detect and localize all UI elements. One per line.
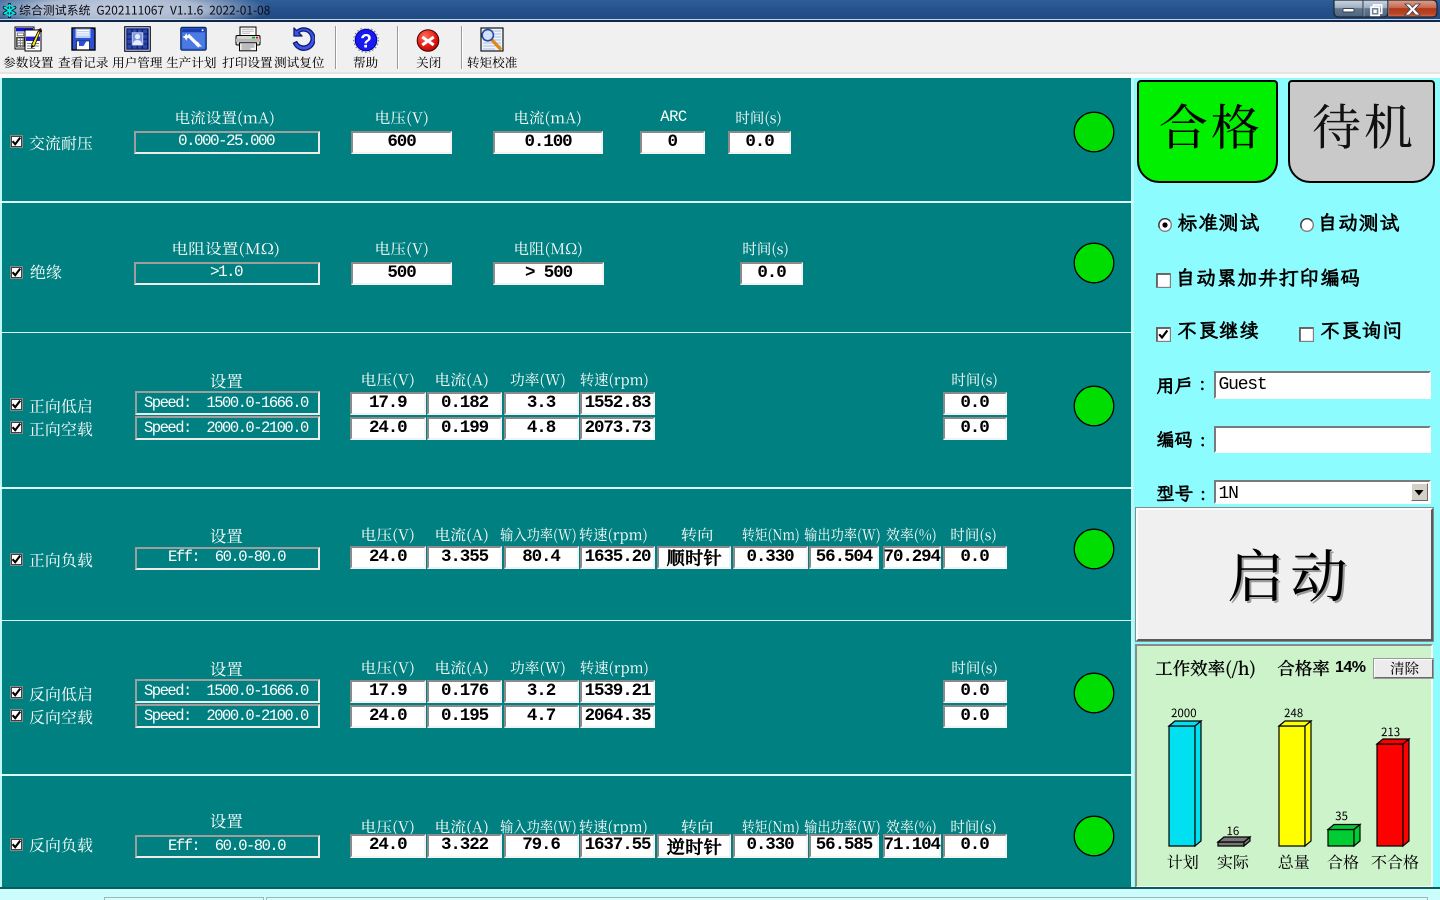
svg-text:?: ? [360,32,372,53]
